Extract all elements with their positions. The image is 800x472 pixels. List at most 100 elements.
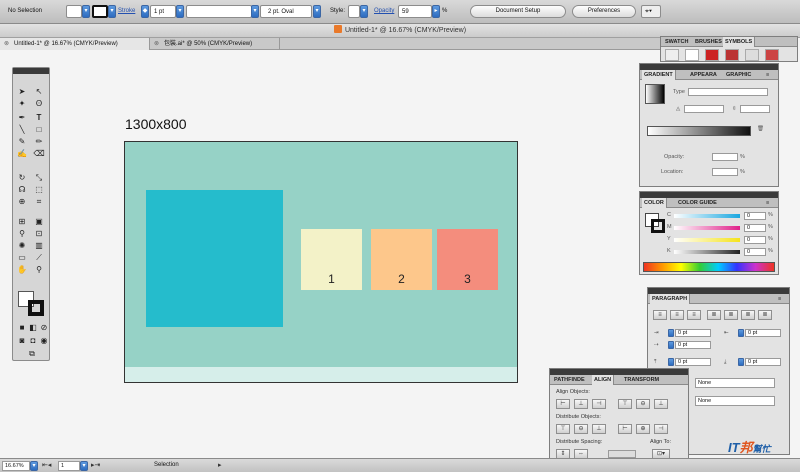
align-right-edge-icon[interactable]: ⊣: [592, 399, 606, 409]
close-tab-icon[interactable]: ⊗: [4, 38, 9, 50]
doc-tab-untitled[interactable]: ⊗ Untitled-1* @ 16.67% (CMYK/Preview): [0, 38, 150, 50]
aspect-field[interactable]: [740, 105, 770, 113]
distribute-top-icon[interactable]: ⊤: [556, 424, 570, 434]
first-artboard-icon[interactable]: ⇤◂: [42, 461, 51, 469]
align-left-edge-icon[interactable]: ⊢: [556, 399, 570, 409]
channel-y-field[interactable]: 0: [744, 236, 766, 244]
first-line-indent-field[interactable]: 0 pt: [675, 341, 711, 349]
gradient-tool-icon[interactable]: ▣: [33, 216, 45, 227]
zoom-field[interactable]: 16.67%: [2, 461, 30, 471]
tools-panel-grip[interactable]: [13, 68, 49, 74]
gradient-opacity-field[interactable]: [712, 153, 738, 161]
right-indent-field[interactable]: 0 pt: [745, 329, 781, 337]
justify-all-icon[interactable]: ≣: [758, 310, 772, 320]
arrange-documents-icon[interactable]: ⌖▾: [641, 5, 661, 18]
paintbrush-tool-icon[interactable]: ✎: [16, 136, 28, 147]
brush-dropdown[interactable]: ▾: [313, 5, 321, 18]
stroke-weight-stepper[interactable]: ◆: [141, 5, 149, 18]
gradient-slider[interactable]: [647, 126, 751, 136]
justify-center-icon[interactable]: ≣: [724, 310, 738, 320]
channel-m-field[interactable]: 0: [744, 224, 766, 232]
fill-dropdown[interactable]: ▾: [82, 5, 90, 18]
align-left-icon[interactable]: ≡: [653, 310, 667, 320]
distribute-vcenter-icon[interactable]: ⊖: [574, 424, 588, 434]
free-transform-tool-icon[interactable]: ⬚: [33, 184, 45, 195]
tab-graphic-styles[interactable]: GRAPHIC: [724, 70, 753, 80]
type-tool-icon[interactable]: T: [33, 112, 45, 123]
symbol-thumb[interactable]: [685, 49, 699, 61]
tab-transform[interactable]: TRANSFORM: [622, 375, 661, 385]
tab-color[interactable]: COLOR: [642, 198, 667, 208]
channel-k-field[interactable]: 0: [744, 248, 766, 256]
right-indent-stepper[interactable]: [738, 329, 744, 337]
zoom-dropdown[interactable]: ▾: [30, 461, 38, 471]
tab-paragraph[interactable]: PARAGRAPH: [650, 294, 691, 304]
gradient-location-field[interactable]: [712, 168, 738, 176]
artboard[interactable]: 1 2 3: [124, 141, 518, 383]
symbol-thumb[interactable]: [765, 49, 779, 61]
channel-c-field[interactable]: 0: [744, 212, 766, 220]
opacity-field[interactable]: 59: [398, 5, 432, 18]
document-setup-button[interactable]: Document Setup: [470, 5, 566, 18]
delete-stop-icon[interactable]: 🗑: [757, 126, 764, 132]
last-artboard-icon[interactable]: ▸⇥: [91, 461, 100, 469]
big-square[interactable]: [146, 190, 283, 327]
square-1[interactable]: 1: [301, 229, 362, 290]
channel-k-slider[interactable]: [674, 250, 740, 254]
gradient-preview[interactable]: [645, 84, 665, 104]
opacity-dropdown[interactable]: ▸: [432, 5, 440, 18]
space-after-stepper[interactable]: [738, 358, 744, 366]
blob-brush-tool-icon[interactable]: ✍: [16, 148, 28, 159]
slice-tool-icon[interactable]: ⟋: [33, 252, 45, 263]
stroke-dropdown[interactable]: ▾: [108, 5, 116, 18]
screen-mode-icon[interactable]: ⧉: [26, 348, 38, 359]
stroke-weight-field[interactable]: 1 pt: [150, 5, 176, 18]
distribute-left-icon[interactable]: ⊢: [618, 424, 632, 434]
tab-brushes[interactable]: BRUSHES: [693, 37, 724, 47]
eyedropper-tool-icon[interactable]: ⚲: [16, 228, 28, 239]
status-menu-icon[interactable]: ▸: [218, 461, 222, 469]
selection-tool-icon[interactable]: ➤: [16, 86, 28, 97]
perspective-grid-tool-icon[interactable]: ⌗: [33, 196, 45, 207]
stroke-weight-dropdown[interactable]: ▾: [176, 5, 184, 18]
tab-pathfinder[interactable]: PATHFINDE: [552, 375, 587, 385]
left-indent-field[interactable]: 0 pt: [675, 329, 711, 337]
lasso-tool-icon[interactable]: ʘ: [33, 98, 45, 109]
variable-width-dropdown[interactable]: ▾: [251, 5, 259, 18]
left-indent-stepper[interactable]: [668, 329, 674, 337]
warp-tool-icon[interactable]: ☊: [16, 184, 28, 195]
align-bottom-edge-icon[interactable]: ⊥: [654, 399, 668, 409]
tab-appearance[interactable]: APPEARA: [688, 70, 719, 80]
tab-gradient[interactable]: GRADIENT: [642, 70, 676, 80]
gradient-type-select[interactable]: [688, 88, 768, 96]
tab-color-guide[interactable]: COLOR GUIDE: [676, 198, 719, 208]
tab-symbols[interactable]: SYMBOLS: [723, 37, 756, 47]
rectangle-tool-icon[interactable]: □: [33, 124, 45, 135]
channel-c-slider[interactable]: [674, 214, 740, 218]
column-graph-tool-icon[interactable]: ▥: [33, 240, 45, 251]
magic-wand-tool-icon[interactable]: ✦: [16, 98, 28, 109]
variable-width-field[interactable]: [186, 5, 252, 18]
align-horizontal-center-icon[interactable]: ⊥: [574, 399, 588, 409]
justify-right-icon[interactable]: ≣: [741, 310, 755, 320]
symbol-sprayer-tool-icon[interactable]: ✺: [16, 240, 28, 251]
shape-builder-tool-icon[interactable]: ⊕: [16, 196, 28, 207]
align-center-icon[interactable]: ≡: [670, 310, 684, 320]
none-mode-icon[interactable]: ⊘: [38, 322, 50, 333]
justify-left-icon[interactable]: ≣: [707, 310, 721, 320]
blend-tool-icon[interactable]: ⊡: [33, 228, 45, 239]
artboard-tool-icon[interactable]: ▭: [16, 252, 28, 263]
align-right-icon[interactable]: ≡: [687, 310, 701, 320]
panel-menu-icon[interactable]: ≡: [764, 198, 771, 208]
space-before-field[interactable]: 0 pt: [675, 358, 711, 366]
stroke-gradient-icon[interactable]: ◬: [676, 106, 680, 112]
square-2[interactable]: 2: [371, 229, 432, 290]
symbol-thumb[interactable]: [725, 49, 739, 61]
aspect-ratio-icon[interactable]: ⇳: [732, 106, 737, 112]
kinsoku-select[interactable]: None: [695, 378, 775, 388]
eraser-tool-icon[interactable]: ⌫: [33, 148, 45, 159]
distribute-right-icon[interactable]: ⊣: [654, 424, 668, 434]
space-after-field[interactable]: 0 pt: [745, 358, 781, 366]
direct-selection-tool-icon[interactable]: ↖: [33, 86, 45, 97]
hand-tool-icon[interactable]: ✋: [16, 264, 28, 275]
